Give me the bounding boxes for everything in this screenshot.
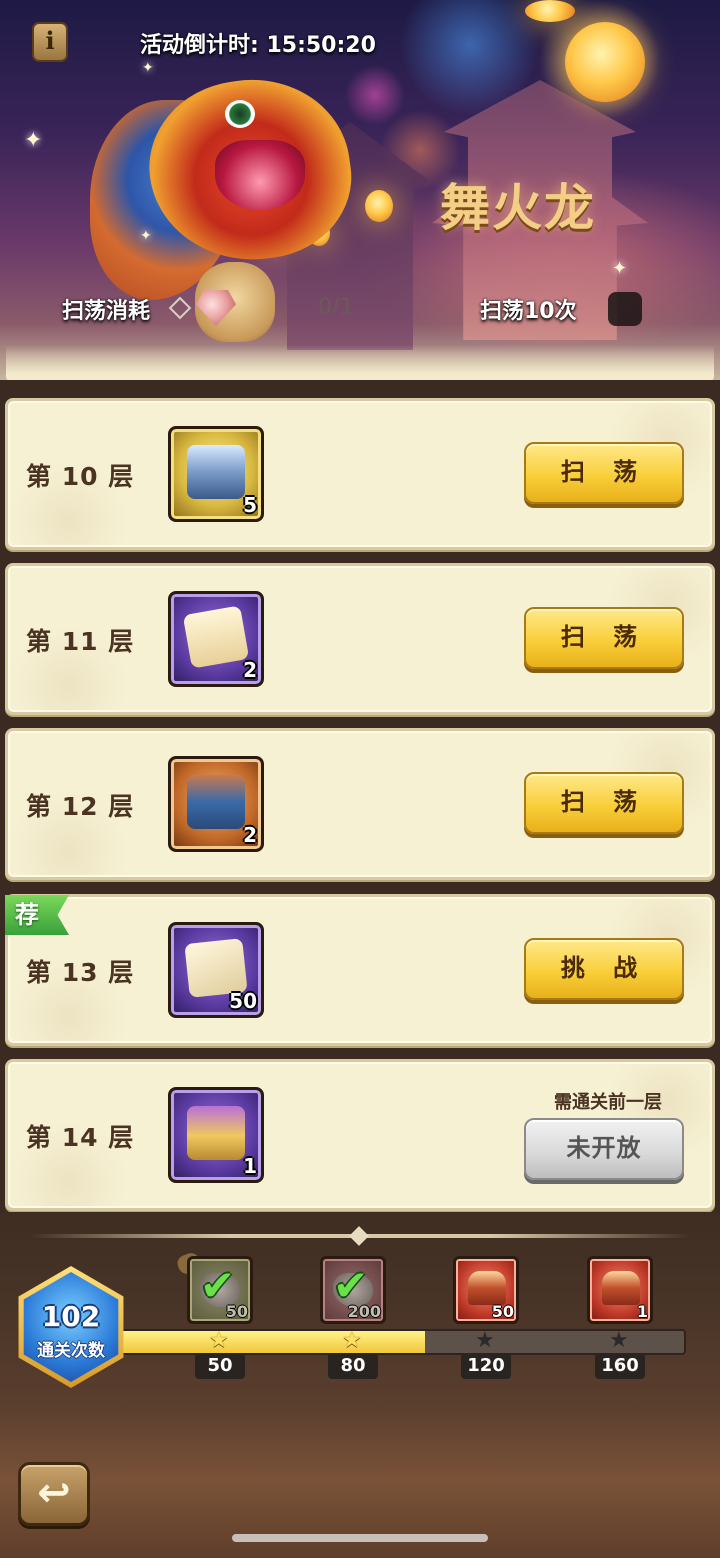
star-icon: ★ [342, 1328, 362, 1353]
divider-ornament [349, 1226, 369, 1246]
sweep-ten-checkbox[interactable] [608, 292, 642, 326]
milestone-160[interactable]: 1 ★ 160 [585, 1256, 655, 1406]
back-button[interactable]: ↩ [18, 1462, 90, 1526]
silver-chest-icon[interactable]: 5 [168, 426, 264, 522]
floor-label: 第 13 层 [26, 958, 135, 987]
milestone-80[interactable]: ✔ 200 ★ 80 [318, 1256, 388, 1406]
floor-label: 第 14 层 [26, 1123, 135, 1152]
sweep-button[interactable]: 扫 荡 [524, 607, 684, 669]
blue-chest-art [187, 775, 245, 829]
red-chest-art [468, 1271, 506, 1305]
dragon-mouth [215, 140, 305, 210]
reward-quantity: 1 [243, 1154, 257, 1178]
floor-label: 第 10 层 [26, 462, 135, 491]
milestone-reward-quantity: 200 [347, 1302, 381, 1321]
floor-card-10: 第 10 层 5 扫 荡 [5, 398, 715, 550]
sweep-button[interactable]: 扫 荡 [524, 442, 684, 504]
floor-label: 第 11 层 [26, 627, 135, 656]
locked-button[interactable]: 未开放 [524, 1118, 684, 1180]
star-icon: ★ [609, 1328, 629, 1353]
milestone-reward-quantity: 50 [491, 1302, 514, 1321]
star-icon: ★ [209, 1328, 229, 1353]
sparkle-icon: ✦ [612, 258, 628, 279]
ore-icon[interactable]: ✔ 200 [320, 1256, 386, 1324]
sweep-cost-count: 0/1 [318, 295, 354, 320]
treasure-map-icon[interactable]: 50 [168, 922, 264, 1018]
milestone-120[interactable]: 50 ★ 120 [451, 1256, 521, 1406]
lantern-decoration [365, 190, 393, 222]
red-chest-icon[interactable]: 1 [587, 1256, 653, 1324]
dragon-eye [225, 100, 255, 128]
recommended-tag: 荐 [5, 895, 69, 935]
event-countdown: 活动倒计时: 15:50:20 [140, 33, 376, 58]
sweep-ten-label[interactable]: 扫荡10次 [480, 293, 577, 325]
challenge-button[interactable]: 挑 战 [524, 938, 684, 1000]
blue-chest-icon[interactable]: 2 [168, 756, 264, 852]
reward-quantity: 5 [243, 493, 257, 517]
milestone-reward-quantity: 1 [636, 1302, 648, 1321]
back-arrow-icon: ↩ [37, 1470, 71, 1516]
banner-panel-edge [6, 345, 714, 380]
star-icon: ★ [475, 1328, 495, 1353]
event-title: 舞火龙 [440, 179, 596, 237]
silver-chest-art [187, 445, 245, 499]
floor-card-14: 第 14 层 1 需通关前一层 未开放 [5, 1059, 715, 1211]
floor-card-12: 第 12 层 2 扫 荡 [5, 728, 715, 880]
floor-card-13: 荐 第 13 层 50 挑 战 [5, 894, 715, 1046]
lantern-decoration [565, 22, 645, 102]
scroll-art [182, 605, 250, 669]
sparkle-icon: ✦ [142, 60, 154, 76]
event-banner: ✦ ✦ ✦ ✦ i 活动倒计时: 15:50:20 舞火龙 扫荡消耗 0/1 扫… [0, 0, 720, 380]
milestone-value: 160 [595, 1353, 645, 1379]
reward-quantity: 2 [243, 823, 257, 847]
sweep-cost-label: 扫荡消耗 [62, 299, 151, 324]
floor-card-11: 第 11 层 2 扫 荡 [5, 563, 715, 715]
ore-icon[interactable]: ✔ 50 [187, 1256, 253, 1324]
home-indicator[interactable] [232, 1534, 488, 1542]
purple-chest-art [187, 1106, 245, 1160]
purple-chest-icon[interactable]: 1 [168, 1087, 264, 1183]
sparkle-icon: ✦ [24, 128, 43, 153]
reward-quantity: 50 [229, 989, 257, 1013]
unlock-requirement-hint: 需通关前一层 [554, 1092, 662, 1113]
sweep-button[interactable]: 扫 荡 [524, 772, 684, 834]
sparkle-icon: ✦ [140, 228, 152, 244]
scroll-icon[interactable]: 2 [168, 591, 264, 687]
milestone-reward-quantity: 50 [225, 1302, 248, 1321]
reward-quantity: 2 [243, 658, 257, 682]
milestone-value: 50 [195, 1353, 245, 1379]
clear-count-label: 通关次数 [37, 1341, 105, 1361]
red-chest-art [602, 1271, 640, 1305]
red-chest-icon[interactable]: 50 [453, 1256, 519, 1324]
info-button[interactable]: i [32, 22, 68, 62]
milestone-value: 80 [328, 1353, 378, 1379]
clear-count-value: 102 [41, 1300, 101, 1333]
clear-progress-panel: 102 通关次数 ✔ 50 ★ 50 ✔ 200 ★ 80 50 ★ 120 1 [0, 1212, 720, 1558]
floor-label: 第 12 层 [26, 792, 135, 821]
diamond-icon [168, 296, 192, 320]
lantern-decoration [525, 0, 575, 22]
milestone-value: 120 [461, 1353, 511, 1379]
milestone-50[interactable]: ✔ 50 ★ 50 [185, 1256, 255, 1406]
